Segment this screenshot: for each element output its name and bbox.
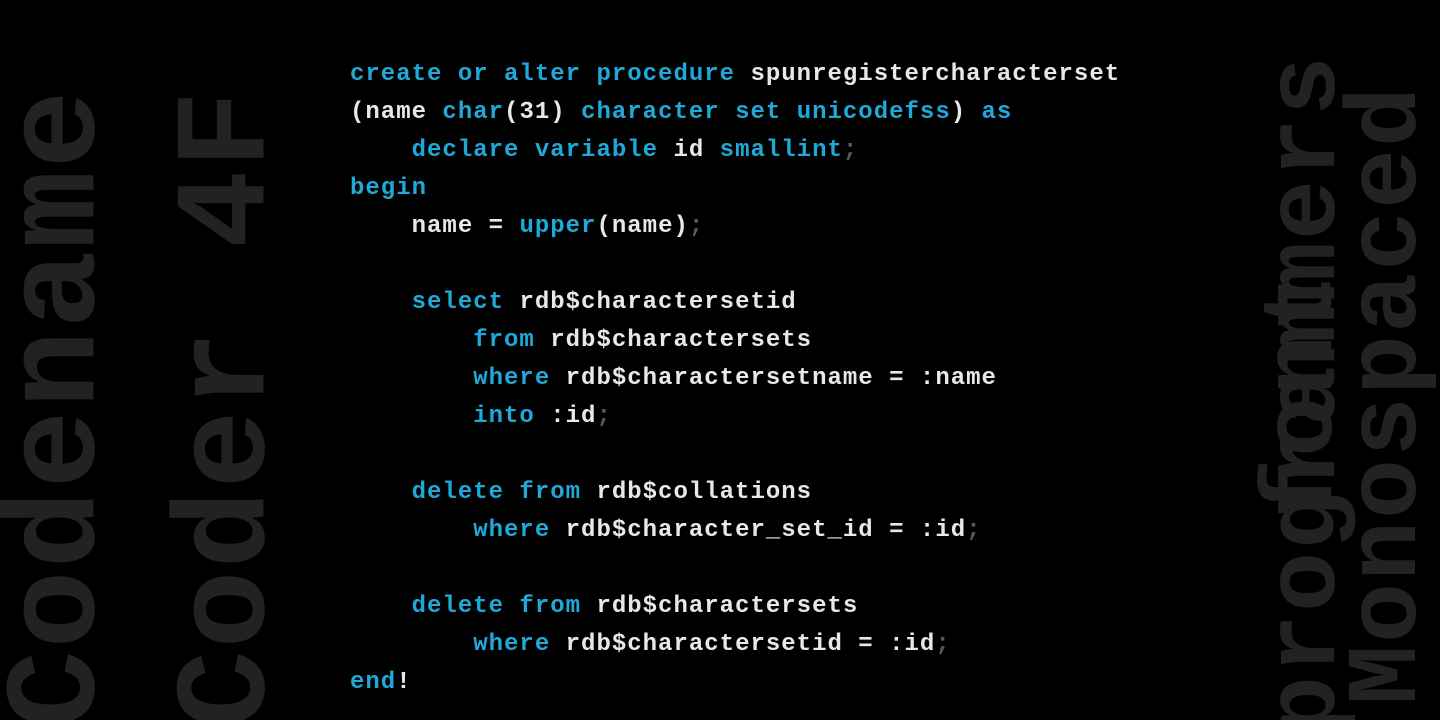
left-label-coder4f: Coder 4F xyxy=(172,88,289,720)
code-token: name xyxy=(612,213,674,240)
code-token: begin xyxy=(350,175,427,202)
code-token: id xyxy=(935,517,966,544)
code-token: ; xyxy=(935,631,950,658)
code-token xyxy=(350,441,365,468)
code-token xyxy=(350,555,365,582)
code-token: ; xyxy=(689,213,704,240)
code-token: declare variable xyxy=(412,137,674,164)
code-token: ! xyxy=(396,669,411,696)
code-token: select xyxy=(412,289,520,316)
code-token: where xyxy=(473,517,565,544)
code-token: smallint xyxy=(720,137,843,164)
code-token: rdb$charactersets xyxy=(550,327,812,354)
code-sample: create or alter procedure spunregisterch… xyxy=(350,56,1120,702)
code-token: ) xyxy=(550,99,581,126)
code-token: delete from xyxy=(412,479,597,506)
code-token: ) xyxy=(951,99,966,126)
code-token xyxy=(350,593,412,620)
code-token: = xyxy=(489,213,520,240)
code-token: character set unicodefss xyxy=(581,99,951,126)
code-token: name xyxy=(350,213,489,240)
code-token: spunregistercharacterset xyxy=(750,61,1120,88)
code-token xyxy=(350,251,365,278)
code-token: ) xyxy=(673,213,688,240)
code-token xyxy=(350,327,473,354)
code-token: delete from xyxy=(412,593,597,620)
code-token: id xyxy=(673,137,719,164)
code-token: id xyxy=(566,403,597,430)
code-token: rdb$charactersets xyxy=(596,593,858,620)
code-token: id xyxy=(905,631,936,658)
code-token xyxy=(350,479,412,506)
code-token: rdb$charactersetname xyxy=(566,365,889,392)
code-token: : xyxy=(550,403,565,430)
code-token: = : xyxy=(889,365,935,392)
code-token xyxy=(350,403,473,430)
right-label-font: font xyxy=(1261,271,1351,519)
code-token: end xyxy=(350,669,396,696)
code-token: ; xyxy=(596,403,611,430)
code-token: name xyxy=(935,365,997,392)
code-token: ( xyxy=(350,99,365,126)
code-token: from xyxy=(473,327,550,354)
code-token: where xyxy=(473,365,565,392)
code-token xyxy=(350,517,473,544)
code-token: ; xyxy=(843,137,858,164)
code-token: rdb$charactersetid xyxy=(519,289,796,316)
code-token: 31 xyxy=(519,99,550,126)
code-token: name xyxy=(365,99,442,126)
code-token: = : xyxy=(858,631,904,658)
code-token: char xyxy=(442,99,504,126)
left-label-codename: Codename xyxy=(2,88,119,720)
code-token: = : xyxy=(889,517,935,544)
code-token xyxy=(350,631,473,658)
code-token: as xyxy=(966,99,1012,126)
code-token xyxy=(350,365,473,392)
code-token: ( xyxy=(504,99,519,126)
code-token xyxy=(350,289,412,316)
code-token: create or alter procedure xyxy=(350,61,750,88)
code-token xyxy=(350,137,412,164)
code-token: ; xyxy=(966,517,981,544)
code-token: upper xyxy=(519,213,596,240)
code-token: rdb$collations xyxy=(596,479,812,506)
code-token: rdb$charactersetid xyxy=(566,631,859,658)
code-token: where xyxy=(473,631,565,658)
code-token: rdb$character_set_id xyxy=(566,517,889,544)
code-token: into xyxy=(473,403,550,430)
code-token: ( xyxy=(596,213,611,240)
font-specimen: Codename Coder 4F Monospaced programmers… xyxy=(0,0,1440,720)
